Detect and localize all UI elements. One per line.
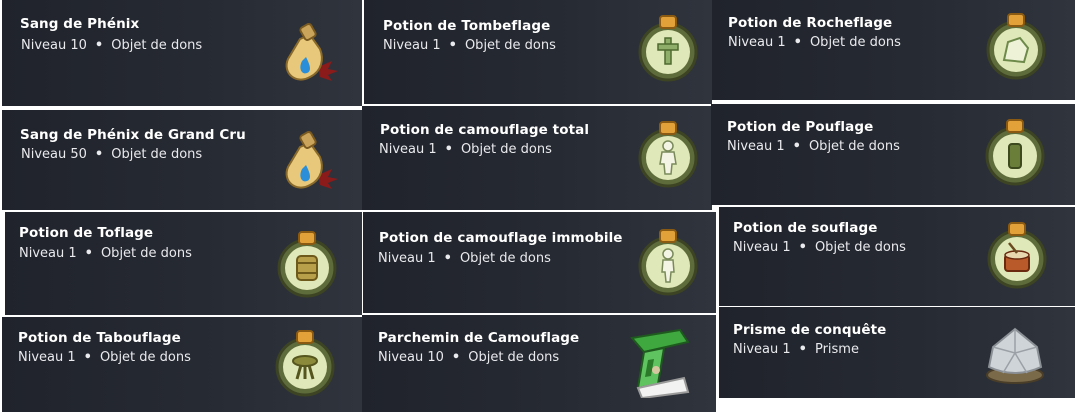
item-level: Niveau 1 <box>378 251 436 266</box>
barrel-camouflage-potion-icon <box>277 231 337 298</box>
item-meta: Niveau 1 • Prisme <box>733 342 859 357</box>
item-category: Objet de dons <box>459 251 551 266</box>
item-level: Niveau 1 <box>728 35 786 50</box>
item-card-potion-de-pouflage[interactable]: Potion de Pouflage Niveau 1 • Objet de don… <box>711 104 1075 205</box>
phoenix-blood-flask-icon <box>285 131 338 189</box>
item-level: Niveau 10 <box>378 350 444 365</box>
item-category: Objet de dons <box>814 240 906 255</box>
item-category: Objet de dons <box>468 350 560 365</box>
separator-dot: • <box>84 246 93 261</box>
item-name: Sang de Phénix de Grand Cru <box>20 127 246 143</box>
item-category: Objet de dons <box>111 147 203 162</box>
item-card-potion-de-souflage[interactable]: Potion de souflage Niveau 1 • Objet de don… <box>719 207 1075 306</box>
item-category: Objet de dons <box>464 38 556 53</box>
separator-dot: • <box>443 251 452 266</box>
separator-dot: • <box>94 38 104 53</box>
item-level: Niveau 1 <box>727 139 785 154</box>
item-meta: Niveau 1 • Objet de dons <box>379 142 552 157</box>
phoenix-blood-flask-icon <box>285 23 338 81</box>
tomb-camouflage-potion-icon <box>638 15 698 82</box>
separator-dot: • <box>793 35 802 50</box>
item-category: Objet de dons <box>111 38 203 53</box>
item-card-potion-de-camouflage-total[interactable]: Potion de camouflage total Niveau 1 • Obje… <box>362 106 712 210</box>
item-name: Potion de camouflage total <box>380 122 590 138</box>
conquest-prism-icon <box>986 327 1044 384</box>
item-meta: Niveau 1 • Objet de dons <box>727 139 900 154</box>
item-level: Niveau 1 <box>19 246 77 261</box>
camouflage-scroll-icon <box>630 328 690 398</box>
separator-dot: • <box>798 240 807 255</box>
item-level: Niveau 1 <box>733 240 791 255</box>
item-name: Potion de Pouflage <box>727 119 874 135</box>
item-name: Potion de Toflage <box>19 225 154 241</box>
item-category: Objet de dons <box>809 35 901 50</box>
separator-dot: • <box>451 350 461 365</box>
item-meta: Niveau 1 • Objet de dons <box>383 38 556 53</box>
item-category: Objet de dons <box>808 139 900 154</box>
item-name: Potion de Tombeflage <box>383 18 551 34</box>
item-name: Sang de Phénix <box>20 16 140 32</box>
item-meta: Niveau 1 • Objet de dons <box>378 251 551 266</box>
item-card-sang-de-phenix[interactable]: Sang de Phénix Niveau 10 • Objet de dons <box>2 0 362 106</box>
item-meta: Niveau 10 • Objet de dons <box>21 38 202 53</box>
item-category: Prisme <box>814 342 859 357</box>
drum-camouflage-potion-icon <box>987 222 1047 289</box>
item-card-potion-de-rocheflage[interactable]: Potion de Rocheflage Niveau 1 • Objet de d… <box>712 0 1075 100</box>
item-meta: Niveau 1 • Objet de dons <box>19 246 192 261</box>
item-card-prisme-de-conquete[interactable]: Prisme de conquête Niveau 1 • Prisme <box>719 307 1075 398</box>
item-level: Niveau 10 <box>21 38 87 53</box>
total-camouflage-potion-icon <box>638 121 698 188</box>
separator-dot: • <box>83 350 92 365</box>
separator-dot: • <box>792 139 801 154</box>
rock-camouflage-potion-icon <box>986 13 1046 80</box>
separator-dot: • <box>94 147 104 162</box>
item-card-potion-de-tombeflage[interactable]: Potion de Tombeflage Niveau 1 • Objet de d… <box>364 0 712 104</box>
item-meta: Niveau 1 • Objet de dons <box>728 35 901 50</box>
item-level: Niveau 1 <box>383 38 441 53</box>
item-card-potion-de-toflage[interactable]: Potion de Toflage Niveau 1 • Objet de dons <box>5 212 362 315</box>
item-card-parchemin-de-camouflage[interactable]: Parchemin de Camouflage Niveau 10 • Objet … <box>362 315 716 412</box>
item-name: Potion de camouflage immobile <box>379 230 623 246</box>
stool-camouflage-potion-icon <box>275 330 335 397</box>
still-camouflage-potion-icon <box>638 229 698 296</box>
separator-dot: • <box>798 342 807 357</box>
item-name: Prisme de conquête <box>733 322 887 338</box>
item-card-sang-de-phenix-de-grand-cru[interactable]: Sang de Phénix de Grand Cru Niveau 50 • Ob… <box>2 110 362 210</box>
item-meta: Niveau 10 • Objet de dons <box>378 350 559 365</box>
item-name: Potion de Rocheflage <box>728 15 893 31</box>
item-level: Niveau 1 <box>18 350 76 365</box>
separator-dot: • <box>448 38 457 53</box>
item-name: Parchemin de Camouflage <box>378 330 580 346</box>
item-card-potion-de-camouflage-immobile[interactable]: Potion de camouflage immobile Niveau 1 • O… <box>363 212 716 313</box>
item-level: Niveau 1 <box>379 142 437 157</box>
item-category: Objet de dons <box>460 142 552 157</box>
item-category: Objet de dons <box>99 350 191 365</box>
item-meta: Niveau 50 • Objet de dons <box>21 147 202 162</box>
item-meta: Niveau 1 • Objet de dons <box>18 350 191 365</box>
item-card-potion-de-tabouflage[interactable]: Potion de Tabouflage Niveau 1 • Objet de d… <box>2 317 362 412</box>
item-level: Niveau 1 <box>733 342 791 357</box>
item-meta: Niveau 1 • Objet de dons <box>733 240 906 255</box>
separator-dot: • <box>444 142 453 157</box>
item-level: Niveau 50 <box>21 147 87 162</box>
item-category: Objet de dons <box>100 246 192 261</box>
item-name: Potion de Tabouflage <box>18 330 181 346</box>
pouflage-potion-icon <box>985 119 1045 186</box>
item-name: Potion de souflage <box>733 220 878 236</box>
